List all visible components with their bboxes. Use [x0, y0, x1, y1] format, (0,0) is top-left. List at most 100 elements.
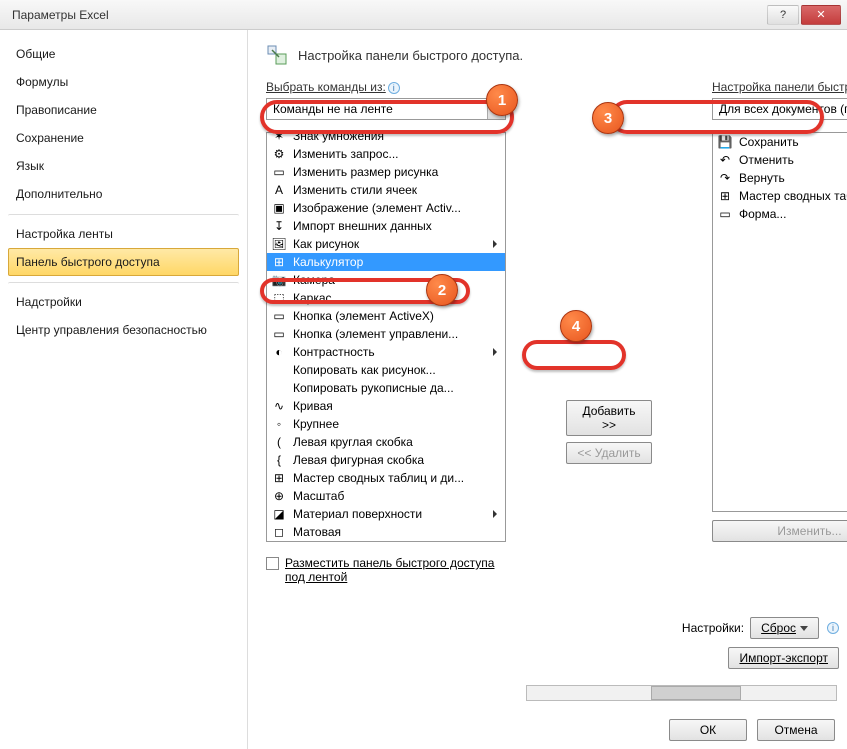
command-icon: 🖼	[271, 236, 287, 252]
sidebar-item-save[interactable]: Сохранение	[8, 124, 239, 152]
list-item[interactable]: ▭ Изменить размер рисунка	[267, 163, 505, 181]
settings-label: Настройки:	[682, 621, 744, 635]
modify-button[interactable]: Изменить...	[712, 520, 847, 542]
list-item[interactable]: Копировать как рисунок...	[267, 361, 505, 379]
command-icon: ◻	[271, 524, 287, 540]
command-icon: ⊞	[271, 470, 287, 486]
list-item-label: Отменить	[739, 153, 794, 167]
choose-commands-combobox[interactable]: Команды не на ленте	[266, 98, 506, 120]
page-heading: Настройка панели быстрого доступа.	[298, 48, 523, 63]
help-button[interactable]: ?	[767, 5, 799, 25]
sidebar-item-proofing[interactable]: Правописание	[8, 96, 239, 124]
customize-for-combobox[interactable]: Для всех документов (по умол	[712, 98, 847, 120]
submenu-arrow-icon	[493, 348, 497, 356]
sidebar-item-customize-ribbon[interactable]: Настройка ленты	[8, 214, 239, 248]
current-qat-list[interactable]: 💾 Сохранить ↶Отменить↷ Вернуть ⊞ Мастер сводн…	[712, 132, 847, 512]
command-icon: 📷	[271, 272, 287, 288]
list-item-label: Контрастность	[293, 345, 375, 359]
command-icon: ⚙	[271, 146, 287, 162]
ok-button[interactable]: ОК	[669, 719, 747, 741]
list-item[interactable]: ▭ Кнопка (элемент ActiveX)	[267, 307, 505, 325]
list-item[interactable]: A Изменить стили ячеек	[267, 181, 505, 199]
list-item[interactable]: ◦Крупнее	[267, 415, 505, 433]
list-item[interactable]: ⊞Мастер сводных таблиц и ди...	[267, 469, 505, 487]
list-item-label: Изменить размер рисунка	[293, 165, 438, 179]
command-icon: ▭	[271, 308, 287, 324]
list-item[interactable]: {Левая фигурная скобка	[267, 451, 505, 469]
info-icon[interactable]: i	[388, 82, 400, 94]
list-item[interactable]: ▭Форма...	[713, 205, 847, 223]
command-icon: 💾	[717, 134, 733, 150]
remove-button[interactable]: << Удалить	[566, 442, 652, 464]
add-button[interactable]: Добавить >>	[566, 400, 652, 436]
reset-button[interactable]: Сброс	[750, 617, 819, 639]
sidebar-item-advanced[interactable]: Дополнительно	[8, 180, 239, 208]
list-item-label: Вернуть	[739, 171, 785, 185]
sidebar-item-formulas[interactable]: Формулы	[8, 68, 239, 96]
main-panel: Настройка панели быстрого доступа. Выбра…	[248, 30, 847, 749]
sidebar-item-quick-access[interactable]: Панель быстрого доступа	[8, 248, 239, 276]
sidebar-item-trust-center[interactable]: Центр управления безопасностью	[8, 316, 239, 344]
list-item-label: Камера	[293, 273, 335, 287]
horizontal-scrollbar[interactable]	[526, 685, 837, 701]
cancel-button[interactable]: Отмена	[757, 719, 835, 741]
list-item[interactable]: ▣Изображение (элемент Activ...	[267, 199, 505, 217]
choose-commands-label: Выбрать команды из:i	[266, 80, 506, 94]
customize-qat-label: Настройка панели быстрого д	[712, 80, 847, 94]
list-item[interactable]: ⬚Каркас	[267, 289, 505, 307]
list-item[interactable]: ⚙Изменить запрос...	[267, 145, 505, 163]
list-item-label: Кнопка (элемент ActiveX)	[293, 309, 434, 323]
info-icon[interactable]: i	[827, 622, 839, 634]
category-sidebar: Общие Формулы Правописание Сохранение Яз…	[0, 30, 248, 749]
list-item[interactable]: Копировать рукописные да...	[267, 379, 505, 397]
list-item[interactable]: 🖼Как рисунок	[267, 235, 505, 253]
command-icon	[271, 362, 287, 378]
list-item[interactable]: ↧ Импорт внешних данных	[267, 217, 505, 235]
list-item[interactable]: 📷 Камера	[267, 271, 505, 289]
list-item[interactable]: ▭Кнопка (элемент управлени...	[267, 325, 505, 343]
list-item-label: Знак умножения	[293, 133, 384, 143]
options-dialog: Параметры Excel ? ✕ Общие Формулы Правоп…	[0, 0, 847, 749]
list-item-label: Сохранить	[739, 135, 799, 149]
command-icon: ▭	[717, 206, 733, 222]
command-icon: ⊕	[271, 488, 287, 504]
submenu-arrow-icon	[493, 510, 497, 518]
sidebar-item-general[interactable]: Общие	[8, 40, 239, 68]
list-item-label: Материал поверхности	[293, 507, 422, 521]
list-item-label: Копировать как рисунок...	[293, 363, 436, 377]
command-icon: {	[271, 452, 287, 468]
close-button[interactable]: ✕	[801, 5, 841, 25]
list-item[interactable]: (Левая круглая скобка	[267, 433, 505, 451]
qat-icon	[266, 44, 288, 66]
list-item[interactable]: ↶Отменить	[713, 151, 847, 169]
command-icon: ⊞	[717, 188, 733, 204]
list-item[interactable]: ∿Кривая	[267, 397, 505, 415]
sidebar-item-addins[interactable]: Надстройки	[8, 282, 239, 316]
list-item-label: Изменить стили ячеек	[293, 183, 417, 197]
list-item[interactable]: 💾 Сохранить	[713, 133, 847, 151]
command-icon: ◦	[271, 416, 287, 432]
command-icon: ↷	[717, 170, 733, 186]
list-item-label: Мастер сводных таблиц и	[739, 189, 847, 203]
list-item[interactable]: ⊞ Калькулятор	[267, 253, 505, 271]
sidebar-item-language[interactable]: Язык	[8, 152, 239, 180]
scrollbar-thumb[interactable]	[651, 686, 741, 700]
list-item[interactable]: ⊞ Мастер сводных таблиц и	[713, 187, 847, 205]
command-icon: ⊞	[271, 254, 287, 270]
list-item-label: Кривая	[293, 399, 333, 413]
list-item-label: Калькулятор	[293, 255, 363, 269]
command-icon: ▭	[271, 164, 287, 180]
list-item[interactable]: ⊕Масштаб	[267, 487, 505, 505]
command-icon: ↧	[271, 218, 287, 234]
list-item[interactable]: ◻Матовая	[267, 523, 505, 541]
titlebar: Параметры Excel ? ✕	[0, 0, 847, 30]
available-commands-list[interactable]: ✶Знак умножения⚙Изменить запрос...▭Измен…	[266, 132, 506, 542]
show-below-ribbon-checkbox[interactable]	[266, 557, 279, 570]
list-item-label: Импорт внешних данных	[293, 219, 432, 233]
list-item[interactable]: ✶Знак умножения	[267, 133, 505, 145]
list-item[interactable]: ◐Контрастность	[267, 343, 505, 361]
import-export-button[interactable]: Импорт-экспорт	[728, 647, 839, 669]
list-item[interactable]: ◪Материал поверхности	[267, 505, 505, 523]
command-icon: A	[271, 182, 287, 198]
list-item[interactable]: ↷ Вернуть	[713, 169, 847, 187]
